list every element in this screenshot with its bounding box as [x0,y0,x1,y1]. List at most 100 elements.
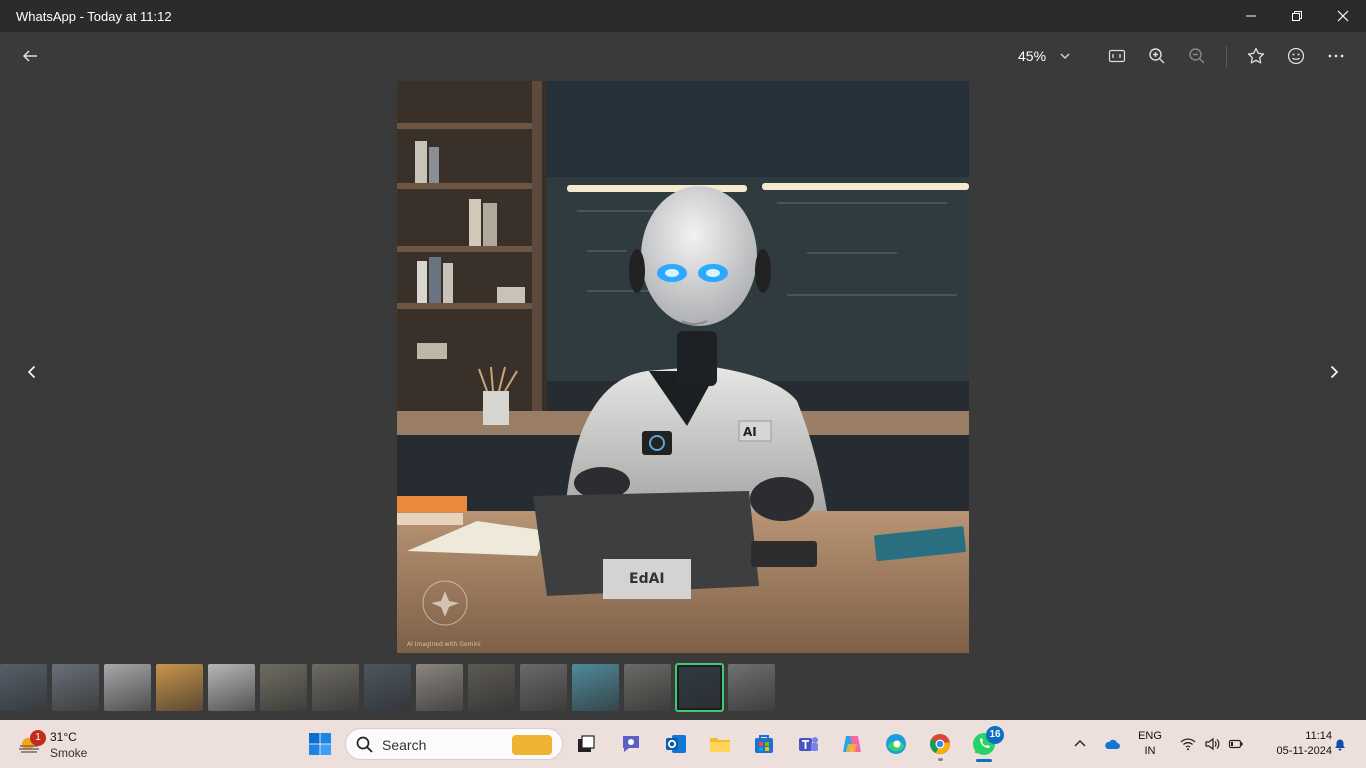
battery-icon [1228,739,1243,749]
input-language-indicator[interactable]: ENG IN [1134,729,1166,759]
favorite-button[interactable] [1240,40,1272,72]
store-icon [755,735,773,753]
start-button[interactable] [302,726,338,762]
restore-icon [1292,11,1302,21]
reaction-button[interactable] [1280,40,1312,72]
weather-widget[interactable]: 1 31°C Smoke [14,726,104,762]
filmstrip-thumbnail[interactable] [468,664,515,711]
video-chat-icon [623,736,639,752]
zoom-in-button[interactable] [1141,40,1173,72]
teams-icon [799,737,818,751]
chevron-down-icon [1060,53,1070,59]
previous-image-button[interactable] [17,357,47,387]
filmstrip-thumbnail[interactable] [675,663,724,712]
cloud-icon [1105,739,1120,749]
taskbar-chrome-app[interactable] [922,726,958,762]
whatsapp-badge: 16 [986,726,1004,744]
outlook-icon [666,735,686,753]
task-view-icon [578,735,595,752]
filmstrip-thumbnail[interactable] [520,664,567,711]
laptop-label-text: EdAI [629,571,665,587]
search-highlight-icon [512,735,552,755]
filmstrip-thumbnail[interactable] [416,664,463,711]
show-hidden-icons-button[interactable] [1070,732,1090,756]
watermark-text: Al Imagined with Gemini [407,641,481,648]
taskbar-outlook-app[interactable] [658,726,694,762]
notifications-button[interactable] [1330,732,1350,756]
system-clock[interactable]: 11:14 05-11-2024 [1254,729,1332,759]
star-icon [1247,47,1265,64]
chevron-right-icon [1330,365,1339,379]
restore-button[interactable] [1274,0,1320,32]
back-arrow-icon [22,50,37,62]
weather-description: Smoke [50,746,88,760]
robot-teacher-image: AI EdAI Al Imagined with Gemini [397,81,969,653]
search-icon [356,736,373,753]
taskbar-whatsapp-app[interactable]: 16 [966,726,1004,762]
title-bar: WhatsApp - Today at 11:12 [0,0,1366,32]
filmstrip [0,663,775,712]
filmstrip-thumbnail[interactable] [728,664,775,711]
actual-size-icon [1108,49,1126,63]
smiley-icon [1287,47,1305,65]
taskbar-teams-app[interactable] [790,726,826,762]
filmstrip-thumbnail[interactable] [208,664,255,711]
filmstrip-thumbnail[interactable] [312,664,359,711]
zoom-out-icon [1189,48,1205,64]
volume-tray-button[interactable] [1202,732,1222,756]
filmstrip-thumbnail[interactable] [104,664,151,711]
bell-icon [1335,739,1345,751]
window-title: WhatsApp - Today at 11:12 [16,8,172,24]
chevron-left-icon [27,365,36,379]
task-view-button[interactable] [568,726,604,762]
filmstrip-thumbnail[interactable] [260,664,307,711]
speaker-icon [1205,737,1220,751]
filmstrip-thumbnail[interactable] [0,664,47,711]
edge-icon [886,734,906,754]
taskbar-edge-app[interactable] [878,726,914,762]
wifi-tray-button[interactable] [1178,732,1198,756]
next-image-button[interactable] [1319,357,1349,387]
chevron-up-icon [1074,740,1086,747]
chrome-icon [930,734,950,754]
zoom-dropdown[interactable]: 45% [1018,40,1070,72]
copilot-icon [843,736,861,752]
back-button[interactable] [14,40,46,72]
minimize-button[interactable] [1228,0,1274,32]
wifi-icon [1180,738,1196,751]
weather-temperature: 31°C [50,730,77,744]
taskbar-copilot-app[interactable] [834,726,870,762]
zoom-level: 45% [1018,48,1047,64]
taskbar-search[interactable]: Search [345,728,563,760]
running-indicator [938,758,943,761]
language-code: ENG [1138,730,1162,742]
more-options-button[interactable] [1320,40,1352,72]
taskbar-file-explorer-app[interactable] [702,726,738,762]
battery-tray-button[interactable] [1226,732,1246,756]
zoom-in-icon [1149,48,1165,64]
windows-logo-icon [309,733,331,755]
coat-label-text: AI [743,425,757,439]
filmstrip-thumbnail[interactable] [52,664,99,711]
zoom-out-button[interactable] [1181,40,1213,72]
taskbar: 1 31°C Smoke Search 16 ENG IN 11:14 05-1… [0,720,1366,768]
search-placeholder: Search [382,737,427,753]
toolbar-divider [1226,46,1227,68]
folder-icon [710,738,730,752]
close-button[interactable] [1320,0,1366,32]
filmstrip-thumbnail[interactable] [572,664,619,711]
onedrive-tray-button[interactable] [1100,732,1124,756]
filmstrip-thumbnail[interactable] [156,664,203,711]
main-image: AI EdAI Al Imagined with Gemini [397,81,969,653]
region-code: IN [1144,745,1156,757]
filmstrip-thumbnail[interactable] [364,664,411,711]
filmstrip-thumbnail[interactable] [624,664,671,711]
minimize-icon [1246,15,1256,17]
weather-badge: 1 [30,730,46,746]
taskbar-store-app[interactable] [746,726,782,762]
actual-size-button[interactable] [1101,40,1133,72]
viewer-toolbar: 45% [0,32,1366,80]
more-icon [1328,54,1344,58]
taskbar-meet-app[interactable] [613,726,649,762]
clock-time: 11:14 [1305,730,1332,742]
